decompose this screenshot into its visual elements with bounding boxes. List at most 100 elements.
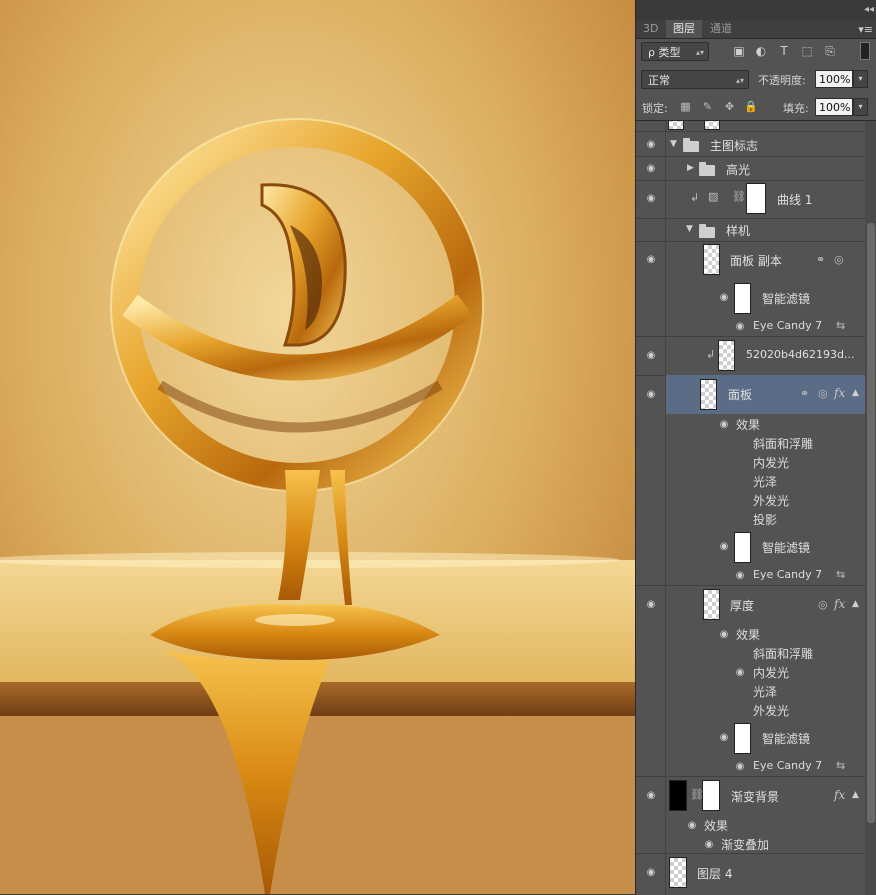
document-canvas[interactable] xyxy=(0,0,635,894)
link-icon[interactable]: ⛓ xyxy=(732,190,746,203)
smart-filters-row[interactable]: ◉ 智能滤镜 xyxy=(636,719,865,757)
effect-satin[interactable]: 光泽 xyxy=(636,681,865,700)
layer-group-sample[interactable]: ▼ 样机 xyxy=(636,218,865,242)
shape-filter-icon[interactable]: ⬚ xyxy=(800,44,814,58)
eye-icon[interactable]: ◉ xyxy=(644,255,658,265)
folder-icon xyxy=(683,138,699,152)
eye-icon[interactable]: ◉ xyxy=(644,194,658,204)
chevron-down-icon[interactable]: ▼ xyxy=(686,224,693,234)
eye-candy-row[interactable]: ◉ Eye Candy 7 ⇆ xyxy=(636,566,865,586)
layer-4[interactable]: ◉ 图层 4 xyxy=(636,854,865,892)
layer-thickness[interactable]: ◉ 厚度 ◎ fx ▲ xyxy=(636,586,865,624)
effect-bevel[interactable]: 斜面和浮雕 xyxy=(636,643,865,662)
eye-icon[interactable]: ◉ xyxy=(717,293,731,303)
lock-transparent-icon[interactable]: ▦ xyxy=(679,100,692,113)
opacity-input[interactable]: 100% xyxy=(815,70,853,88)
layers-panel: ◂◂ 3D 图层 通道 ▾≡ ρ 类型 ▴▾ ▣ ◐ T ⬚ ⎘ 正常 ▴▾ 不… xyxy=(635,0,876,895)
eye-icon[interactable]: ◉ xyxy=(733,668,747,678)
filter-options-icon[interactable]: ⇆ xyxy=(836,319,845,332)
tab-layers[interactable]: 图层 xyxy=(666,20,702,38)
lock-all-icon[interactable]: 🔒 xyxy=(744,100,758,113)
effects-row[interactable]: ◉ 效果 xyxy=(636,414,865,433)
chevron-up-icon[interactable]: ▲ xyxy=(852,388,859,398)
filter-options-icon[interactable]: ⇆ xyxy=(836,759,845,772)
effects-row[interactable]: ◉ 效果 xyxy=(636,624,865,643)
layer-panel-copy[interactable]: ◉ 面板 副本 ⚭ ◎ xyxy=(636,241,865,279)
chevron-up-icon[interactable]: ▲ xyxy=(852,599,859,609)
fill-dropdown-icon[interactable]: ▾ xyxy=(853,98,868,116)
chevron-right-icon[interactable]: ▶ xyxy=(687,163,694,173)
eye-icon[interactable]: ◉ xyxy=(717,630,731,640)
fx-icon[interactable]: fx xyxy=(834,386,845,400)
effect-satin[interactable]: 光泽 xyxy=(636,471,865,490)
eye-icon[interactable]: ◉ xyxy=(644,390,658,400)
filter-options-icon[interactable]: ⇆ xyxy=(836,568,845,581)
effects-row[interactable]: ◉ 效果 xyxy=(636,815,865,834)
effect-bevel[interactable]: 斜面和浮雕 xyxy=(636,433,865,452)
layer-image-hash[interactable]: ◉ ↲ 52020b4d62193d... xyxy=(636,336,865,376)
layer-gradient-background[interactable]: ◉ ⛓ 渐变背景 fx ▲ xyxy=(636,777,865,815)
effect-inner-glow[interactable]: 内发光 xyxy=(636,452,865,471)
layer-name: 52020b4d62193d... xyxy=(746,348,855,361)
effects-label: 效果 xyxy=(704,819,729,833)
eye-icon[interactable]: ◉ xyxy=(733,322,747,332)
effect-gradient-overlay[interactable]: ◉ 渐变叠加 xyxy=(636,834,865,854)
scrollbar-thumb[interactable] xyxy=(867,223,875,823)
blend-mode-dropdown[interactable]: 正常 ▴▾ xyxy=(641,70,749,89)
layer-thumbnail xyxy=(669,780,687,811)
effects-label: 效果 xyxy=(736,628,761,642)
fx-icon[interactable]: fx xyxy=(834,788,845,802)
collapse-icon[interactable]: ◂◂ xyxy=(864,4,874,15)
layer-panel-selected[interactable]: 面板 ⚭ ◎ fx ▲ xyxy=(666,375,865,414)
chevron-down-icon[interactable]: ▼ xyxy=(670,139,677,149)
adjustment-filter-icon[interactable]: ◐ xyxy=(754,44,768,58)
layer-row-partial[interactable] xyxy=(636,121,865,132)
eye-icon[interactable]: ◉ xyxy=(644,600,658,610)
filter-kind-dropdown[interactable]: ρ 类型 ▴▾ xyxy=(641,42,709,61)
eye-icon[interactable]: ◉ xyxy=(717,733,731,743)
lock-pixels-icon[interactable]: ✎ xyxy=(701,100,714,113)
eye-icon[interactable]: ◉ xyxy=(644,791,658,801)
eye-icon[interactable]: ◉ xyxy=(733,571,747,581)
folder-icon xyxy=(699,224,715,238)
image-filter-icon[interactable]: ▣ xyxy=(732,44,746,58)
layers-scrollbar[interactable] xyxy=(865,121,876,895)
eye-icon[interactable]: ◉ xyxy=(644,164,658,174)
effect-outer-glow[interactable]: 外发光 xyxy=(636,700,865,719)
effect-name: 内发光 xyxy=(753,666,790,680)
effect-outer-glow[interactable]: 外发光 xyxy=(636,490,865,509)
eye-icon[interactable]: ◉ xyxy=(644,351,658,361)
eye-candy-row[interactable]: ◉ Eye Candy 7 ⇆ xyxy=(636,757,865,777)
effect-inner-glow[interactable]: ◉ 内发光 xyxy=(636,662,865,681)
filter-toggle-switch[interactable] xyxy=(860,42,870,60)
panel-menu-icon[interactable]: ▾≡ xyxy=(858,23,873,36)
layer-group-main[interactable]: ◉ ▼ 主图标志 xyxy=(636,132,865,157)
effect-drop-shadow[interactable]: 投影 xyxy=(636,509,865,528)
smart-filters-row[interactable]: ◉ 智能滤镜 xyxy=(636,528,865,566)
fill-input[interactable]: 100% xyxy=(815,98,853,116)
opacity-dropdown-icon[interactable]: ▾ xyxy=(853,70,868,88)
eye-candy-row[interactable]: ◉ Eye Candy 7 ⇆ xyxy=(636,317,865,337)
chevron-updown-icon: ▴▾ xyxy=(735,76,744,85)
eye-icon[interactable]: ◉ xyxy=(685,821,699,831)
smart-object-filter-icon[interactable]: ⎘ xyxy=(823,44,837,58)
eye-icon[interactable]: ◉ xyxy=(717,420,731,430)
eye-icon[interactable]: ◉ xyxy=(644,140,658,150)
chevron-up-icon[interactable]: ▲ xyxy=(852,790,859,800)
tab-3d[interactable]: 3D xyxy=(636,20,665,38)
layer-curves[interactable]: ◉ ↲ ▨ ⛓ 曲线 1 xyxy=(636,180,865,219)
fx-icon[interactable]: fx xyxy=(834,597,845,611)
eye-icon[interactable]: ◉ xyxy=(644,868,658,878)
lock-position-icon[interactable]: ✥ xyxy=(723,100,736,113)
smart-filters-row[interactable]: ◉ 智能滤镜 xyxy=(636,279,865,317)
smart-object-icon: ◎ xyxy=(818,598,828,611)
eye-icon[interactable]: ◉ xyxy=(702,840,716,850)
tab-channels[interactable]: 通道 xyxy=(703,20,739,38)
layer-group-highlight[interactable]: ◉ ▶ 高光 xyxy=(636,156,865,181)
layer-name: 图层 4 xyxy=(697,867,733,881)
eye-icon[interactable]: ◉ xyxy=(733,762,747,772)
layer-thumbnail xyxy=(718,340,735,371)
eye-icon[interactable]: ◉ xyxy=(717,542,731,552)
panel-tabs: 3D 图层 通道 ▾≡ xyxy=(636,20,876,39)
type-filter-icon[interactable]: T xyxy=(777,44,791,58)
